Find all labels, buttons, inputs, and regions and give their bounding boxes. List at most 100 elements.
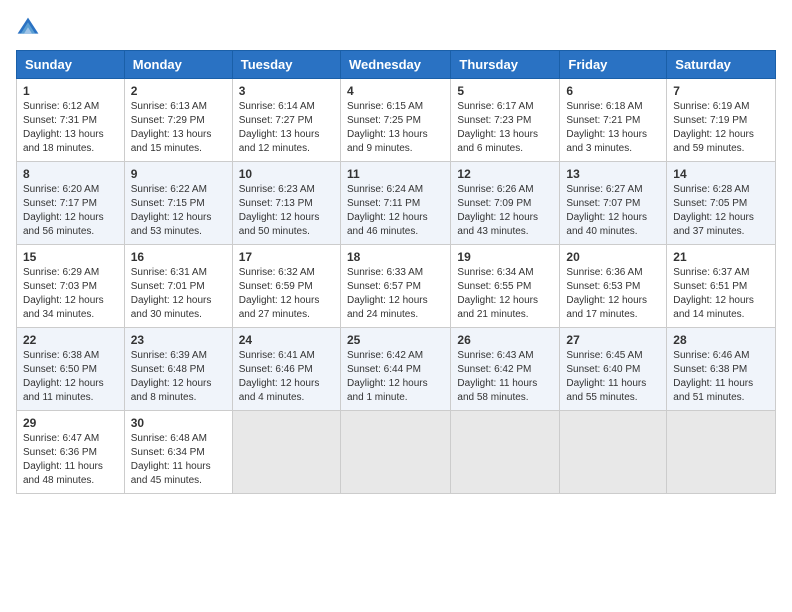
day-number: 13 <box>566 167 660 181</box>
day-number: 7 <box>673 84 769 98</box>
day-number: 8 <box>23 167 118 181</box>
day-number: 10 <box>239 167 334 181</box>
calendar-week-row: 29Sunrise: 6:47 AMSunset: 6:36 PMDayligh… <box>17 411 776 494</box>
calendar-day-cell: 25 Sunrise: 6:42 AMSunset: 6:44 PMDayligh… <box>340 328 450 411</box>
day-info: Sunrise: 6:32 AMSunset: 6:59 PMDaylight:… <box>239 266 334 322</box>
day-info: Sunrise: 6:23 AMSunset: 7:13 PMDaylight:… <box>239 183 334 239</box>
day-number: 19 <box>457 250 553 264</box>
day-header: Tuesday <box>232 51 340 79</box>
calendar-day-cell: 27 Sunrise: 6:45 AMSunset: 6:40 PMDayligh… <box>560 328 667 411</box>
calendar-day-cell: 5 Sunrise: 6:17 AMSunset: 7:23 PMDaylight… <box>451 79 560 162</box>
calendar-day-cell: 13 Sunrise: 6:27 AMSunset: 7:07 PMDayligh… <box>560 162 667 245</box>
day-info: Sunrise: 6:33 AMSunset: 6:57 PMDaylight:… <box>347 266 444 322</box>
calendar-day-cell: 18 Sunrise: 6:33 AMSunset: 6:57 PMDayligh… <box>340 245 450 328</box>
calendar-day-cell: 7 Sunrise: 6:19 AMSunset: 7:19 PMDaylight… <box>667 79 776 162</box>
calendar-day-cell: 22 Sunrise: 6:38 AMSunset: 6:50 PMDayligh… <box>17 328 125 411</box>
day-number: 24 <box>239 333 334 347</box>
calendar-day-cell: 4 Sunrise: 6:15 AMSunset: 7:25 PMDaylight… <box>340 79 450 162</box>
calendar-day-cell: 30 Sunrise: 6:48 AMSunset: 6:34 PMDayligh… <box>124 411 232 494</box>
day-info: Sunrise: 6:38 AMSunset: 6:50 PMDaylight:… <box>23 349 118 405</box>
day-number: 27 <box>566 333 660 347</box>
day-number: 25 <box>347 333 444 347</box>
day-number: 22 <box>23 333 118 347</box>
calendar-day-cell: 1Sunrise: 6:12 AMSunset: 7:31 PMDaylight… <box>17 79 125 162</box>
day-header: Thursday <box>451 51 560 79</box>
calendar-day-cell: 21Sunrise: 6:37 AMSunset: 6:51 PMDayligh… <box>667 245 776 328</box>
day-info: Sunrise: 6:46 AMSunset: 6:38 PMDaylight:… <box>673 349 769 405</box>
day-number: 15 <box>23 250 118 264</box>
day-info: Sunrise: 6:43 AMSunset: 6:42 PMDaylight:… <box>457 349 553 405</box>
calendar-day-cell <box>560 411 667 494</box>
day-info: Sunrise: 6:37 AMSunset: 6:51 PMDaylight:… <box>673 266 769 322</box>
day-number: 12 <box>457 167 553 181</box>
calendar-table: SundayMondayTuesdayWednesdayThursdayFrid… <box>16 50 776 494</box>
day-number: 20 <box>566 250 660 264</box>
day-number: 18 <box>347 250 444 264</box>
day-number: 26 <box>457 333 553 347</box>
calendar-day-cell: 11Sunrise: 6:24 AMSunset: 7:11 PMDayligh… <box>340 162 450 245</box>
day-info: Sunrise: 6:19 AMSunset: 7:19 PMDaylight:… <box>673 100 769 156</box>
day-number: 6 <box>566 84 660 98</box>
day-info: Sunrise: 6:31 AMSunset: 7:01 PMDaylight:… <box>131 266 226 322</box>
day-info: Sunrise: 6:20 AMSunset: 7:17 PMDaylight:… <box>23 183 118 239</box>
day-info: Sunrise: 6:34 AMSunset: 6:55 PMDaylight:… <box>457 266 553 322</box>
day-number: 3 <box>239 84 334 98</box>
day-number: 16 <box>131 250 226 264</box>
calendar-day-cell: 14 Sunrise: 6:28 AMSunset: 7:05 PMDayligh… <box>667 162 776 245</box>
calendar-day-cell: 19 Sunrise: 6:34 AMSunset: 6:55 PMDayligh… <box>451 245 560 328</box>
calendar-week-row: 22 Sunrise: 6:38 AMSunset: 6:50 PMDayligh… <box>17 328 776 411</box>
calendar-day-cell: 26 Sunrise: 6:43 AMSunset: 6:42 PMDayligh… <box>451 328 560 411</box>
calendar-day-cell <box>232 411 340 494</box>
calendar-day-cell: 20 Sunrise: 6:36 AMSunset: 6:53 PMDayligh… <box>560 245 667 328</box>
calendar-day-cell: 9 Sunrise: 6:22 AMSunset: 7:15 PMDaylight… <box>124 162 232 245</box>
day-info: Sunrise: 6:36 AMSunset: 6:53 PMDaylight:… <box>566 266 660 322</box>
day-info: Sunrise: 6:29 AMSunset: 7:03 PMDaylight:… <box>23 266 118 322</box>
day-info: Sunrise: 6:13 AMSunset: 7:29 PMDaylight:… <box>131 100 226 156</box>
day-info: Sunrise: 6:42 AMSunset: 6:44 PMDaylight:… <box>347 349 444 405</box>
day-info: Sunrise: 6:18 AMSunset: 7:21 PMDaylight:… <box>566 100 660 156</box>
calendar-day-cell: 8 Sunrise: 6:20 AMSunset: 7:17 PMDaylight… <box>17 162 125 245</box>
day-number: 17 <box>239 250 334 264</box>
day-info: Sunrise: 6:15 AMSunset: 7:25 PMDaylight:… <box>347 100 444 156</box>
day-info: Sunrise: 6:26 AMSunset: 7:09 PMDaylight:… <box>457 183 553 239</box>
calendar-day-cell <box>451 411 560 494</box>
day-header: Wednesday <box>340 51 450 79</box>
day-header: Saturday <box>667 51 776 79</box>
calendar-day-cell: 15 Sunrise: 6:29 AMSunset: 7:03 PMDayligh… <box>17 245 125 328</box>
logo-icon <box>16 16 40 40</box>
day-number: 5 <box>457 84 553 98</box>
calendar-week-row: 1Sunrise: 6:12 AMSunset: 7:31 PMDaylight… <box>17 79 776 162</box>
calendar-day-cell: 16 Sunrise: 6:31 AMSunset: 7:01 PMDayligh… <box>124 245 232 328</box>
calendar-day-cell: 23Sunrise: 6:39 AMSunset: 6:48 PMDayligh… <box>124 328 232 411</box>
logo <box>16 16 44 40</box>
day-info: Sunrise: 6:12 AMSunset: 7:31 PMDaylight:… <box>23 100 118 156</box>
day-number: 23 <box>131 333 226 347</box>
calendar-day-cell: 2 Sunrise: 6:13 AMSunset: 7:29 PMDaylight… <box>124 79 232 162</box>
calendar-day-cell: 24Sunrise: 6:41 AMSunset: 6:46 PMDayligh… <box>232 328 340 411</box>
page-header <box>16 16 776 40</box>
day-info: Sunrise: 6:22 AMSunset: 7:15 PMDaylight:… <box>131 183 226 239</box>
calendar-week-row: 8 Sunrise: 6:20 AMSunset: 7:17 PMDaylight… <box>17 162 776 245</box>
day-info: Sunrise: 6:14 AMSunset: 7:27 PMDaylight:… <box>239 100 334 156</box>
day-number: 4 <box>347 84 444 98</box>
calendar-week-row: 15 Sunrise: 6:29 AMSunset: 7:03 PMDayligh… <box>17 245 776 328</box>
day-header: Monday <box>124 51 232 79</box>
day-number: 30 <box>131 416 226 430</box>
day-number: 11 <box>347 167 444 181</box>
day-info: Sunrise: 6:48 AMSunset: 6:34 PMDaylight:… <box>131 432 226 488</box>
calendar-day-cell: 3 Sunrise: 6:14 AMSunset: 7:27 PMDaylight… <box>232 79 340 162</box>
day-number: 2 <box>131 84 226 98</box>
calendar-day-cell <box>667 411 776 494</box>
calendar-day-cell: 17 Sunrise: 6:32 AMSunset: 6:59 PMDayligh… <box>232 245 340 328</box>
day-header: Sunday <box>17 51 125 79</box>
calendar-day-cell: 28Sunrise: 6:46 AMSunset: 6:38 PMDayligh… <box>667 328 776 411</box>
day-info: Sunrise: 6:17 AMSunset: 7:23 PMDaylight:… <box>457 100 553 156</box>
day-info: Sunrise: 6:27 AMSunset: 7:07 PMDaylight:… <box>566 183 660 239</box>
day-info: Sunrise: 6:45 AMSunset: 6:40 PMDaylight:… <box>566 349 660 405</box>
day-info: Sunrise: 6:28 AMSunset: 7:05 PMDaylight:… <box>673 183 769 239</box>
day-number: 14 <box>673 167 769 181</box>
day-number: 9 <box>131 167 226 181</box>
calendar-day-cell: 12 Sunrise: 6:26 AMSunset: 7:09 PMDayligh… <box>451 162 560 245</box>
day-info: Sunrise: 6:47 AMSunset: 6:36 PMDaylight:… <box>23 432 118 488</box>
calendar-header-row: SundayMondayTuesdayWednesdayThursdayFrid… <box>17 51 776 79</box>
